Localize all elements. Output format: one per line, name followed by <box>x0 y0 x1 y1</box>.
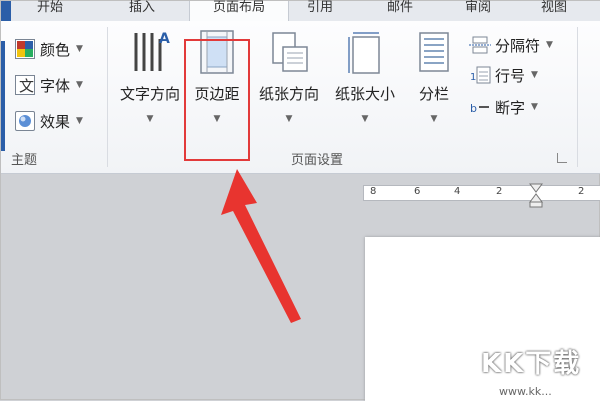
window-frame: 开始 插入 页面布局 引用 邮件 审阅 视图 颜色 ▼ 文 字体 ▼ 效果 ▼ … <box>0 0 600 401</box>
watermark-logo: KK下载 <box>481 349 582 379</box>
watermark-url: www.kk... <box>499 385 552 398</box>
annotation-arrow-icon <box>221 169 301 323</box>
